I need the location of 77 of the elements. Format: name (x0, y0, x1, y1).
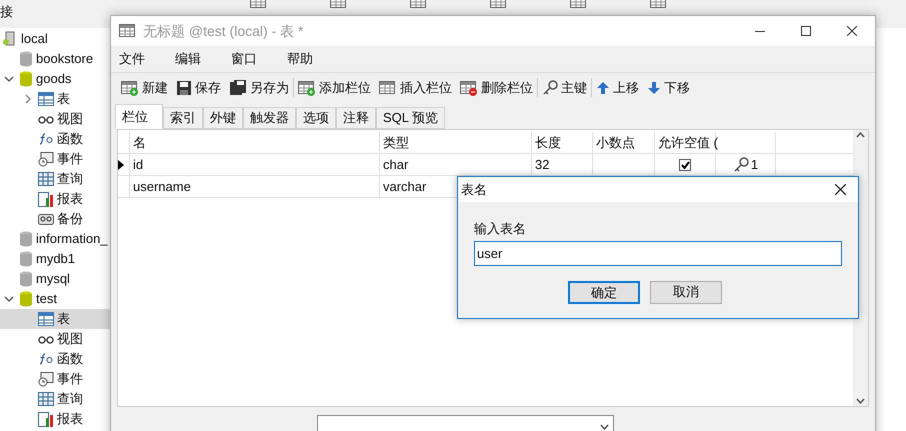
toolbar-button[interactable]: 删除栏位 (460, 78, 533, 98)
tree-item[interactable]: mysql (0, 269, 113, 289)
tree-item[interactable]: 备份 (0, 209, 113, 229)
menu-item[interactable]: 编辑 (175, 49, 201, 69)
tree-item-label: 事件 (57, 370, 83, 388)
tree-item[interactable]: 表 (0, 89, 113, 109)
table-cell: id (130, 154, 380, 175)
toolbar-button[interactable]: 下移 (647, 78, 690, 98)
tree-item-label: 表 (57, 310, 70, 328)
table-cell: username (130, 176, 380, 197)
column-header: 名 (133, 134, 146, 152)
tree-item-label: 函数 (57, 350, 83, 368)
field-label: 输入表名 (474, 220, 527, 238)
tree-item[interactable]: 查询 (0, 169, 113, 189)
tree-item[interactable]: bookstore (0, 49, 113, 69)
table-cell: 32 (532, 154, 593, 175)
tree-item[interactable]: test (0, 289, 113, 309)
tree-item-label: 报表 (57, 410, 83, 428)
column-header: 长度 (535, 134, 561, 152)
tree-item-label: test (36, 290, 57, 308)
tree-item[interactable]: 报表 (0, 409, 113, 429)
tab[interactable]: 选项 (296, 107, 336, 129)
tree-item-label: 视图 (57, 110, 83, 128)
tree-item-label: 备份 (57, 210, 83, 228)
column-header: 允许空值 ( (658, 134, 718, 152)
dialog-button[interactable]: 取消 (650, 280, 722, 304)
tab[interactable]: 栏位 (115, 104, 163, 129)
tree-item-label: 查询 (57, 390, 83, 408)
tree-item-label: local (21, 30, 48, 48)
tree-item[interactable]: 事件 (0, 149, 113, 169)
dialog-title: 表名 (461, 180, 487, 199)
toolbar-button[interactable]: 添加栏位 (298, 78, 371, 98)
tab[interactable]: 注释 (336, 107, 376, 129)
toolbar-button[interactable]: 主键 (542, 78, 587, 98)
toolbar-button[interactable]: 新建 (121, 78, 168, 98)
tab[interactable]: 外键 (203, 107, 243, 129)
tree-item[interactable]: 报表 (0, 189, 113, 209)
table-cell: char (380, 154, 532, 175)
tree-item[interactable]: goods (0, 69, 113, 89)
tree-item-label: 视图 (57, 330, 83, 348)
tab[interactable]: 触发器 (243, 107, 296, 129)
tab[interactable]: 索引 (163, 107, 203, 129)
column-header: 类型 (383, 134, 409, 152)
tab[interactable]: SQL 预览 (376, 107, 446, 129)
tree-item[interactable]: 视图 (0, 109, 113, 129)
dialog-button[interactable]: 确定 (568, 280, 640, 304)
toolbar-button[interactable]: 另存为 (229, 78, 289, 98)
tree-item[interactable]: 函数 (0, 349, 113, 369)
toolbar-button[interactable]: 插入栏位 (379, 78, 452, 98)
table-name-field[interactable]: user (474, 240, 842, 266)
tree-item[interactable]: 查询 (0, 389, 113, 409)
primary-key-number: 1 (750, 156, 758, 174)
menu-item[interactable]: 帮助 (287, 49, 313, 69)
tree-item-label: 表 (57, 90, 70, 108)
menu-item[interactable]: 窗口 (231, 49, 257, 69)
connection-header: 接 (0, 3, 14, 21)
tree-item[interactable]: 事件 (0, 369, 113, 389)
tree-item-label: mydb1 (36, 250, 76, 268)
tree-item-label: information_ (36, 230, 108, 248)
tree-item[interactable]: 函数 (0, 129, 113, 149)
tree-item[interactable]: information_ (0, 229, 113, 249)
tree-item[interactable]: local (0, 29, 113, 49)
tree-item-label: 查询 (57, 170, 83, 188)
tree-item-label: 事件 (57, 150, 83, 168)
tree-item[interactable]: 表 (0, 309, 113, 329)
tree-item-label: bookstore (36, 50, 94, 68)
window-title: 无标题 @test (local) - 表 * (143, 22, 304, 41)
menu-item[interactable]: 文件 (119, 49, 145, 69)
tree-item-label: mysql (36, 270, 70, 288)
toolbar-button[interactable]: 上移 (596, 78, 639, 98)
toolbar-button[interactable]: 保存 (176, 78, 221, 98)
column-header: 小数点 (596, 134, 635, 152)
tree-item-label: 函数 (57, 130, 83, 148)
tree-item[interactable]: 视图 (0, 329, 113, 349)
tree-item-label: 报表 (57, 190, 83, 208)
tree-item[interactable]: mydb1 (0, 249, 113, 269)
tree-item-label: goods (36, 70, 72, 88)
